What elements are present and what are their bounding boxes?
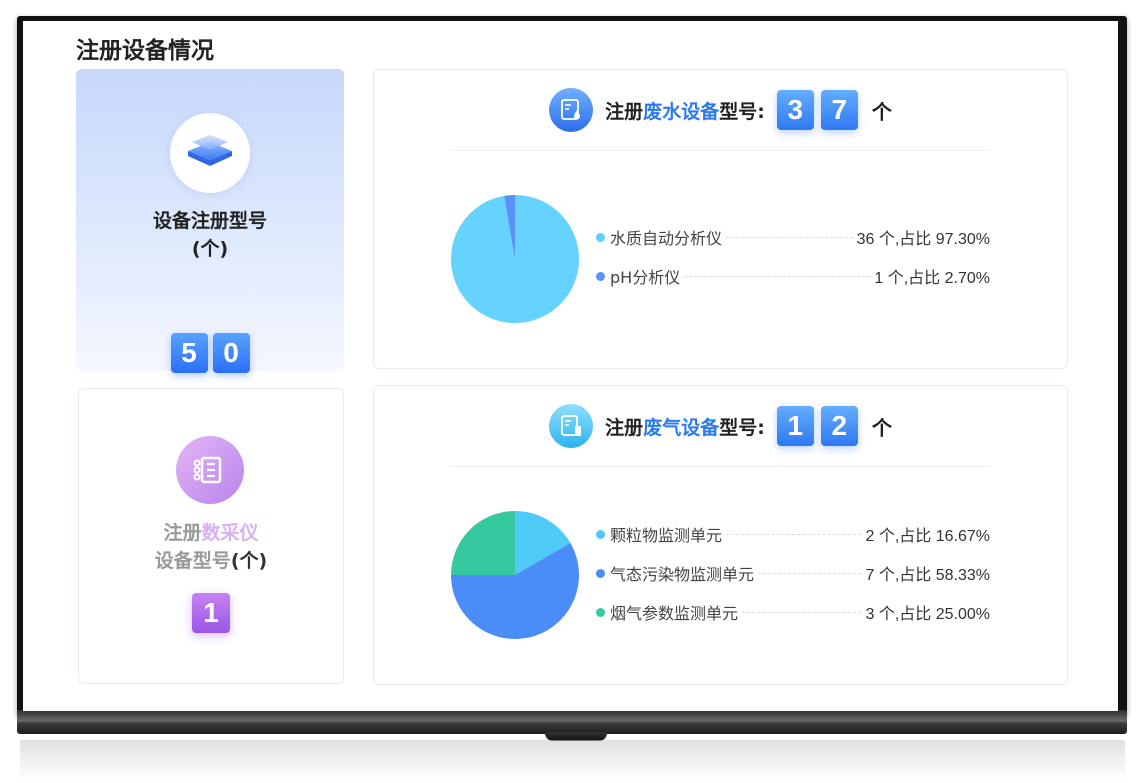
wastegas-count-digits: 1 2 <box>776 406 858 446</box>
legend-item: 水质自动分析仪 36 个,占比 97.30% <box>596 227 990 248</box>
wastewater-digit: 7 <box>820 90 858 130</box>
legend-leader-line <box>726 236 853 238</box>
legend-value: 2 个,占比 16.67% <box>865 528 990 545</box>
wastewater-divider <box>450 150 990 151</box>
legend-name: 水质自动分析仪 <box>610 229 723 248</box>
legend-value: 3 个,占比 25.00% <box>865 606 990 623</box>
legend-item: 烟气参数监测单元 3 个,占比 25.00% <box>596 602 990 623</box>
collector-label-line2: 设备型号(个) <box>79 547 343 575</box>
collector-device-icon <box>176 436 244 504</box>
pie-slice-3 <box>451 511 515 575</box>
legend-name: 气态污染物监测单元 <box>610 565 755 584</box>
wastewater-header: 注册废水设备型号: 3 7 个 <box>374 88 1067 132</box>
legend-name: 烟气参数监测单元 <box>610 604 739 623</box>
collector-label-prefix: 注册 <box>163 522 202 544</box>
legend-value: 7 个,占比 58.33% <box>865 567 990 584</box>
legend-name: 颗粒物监测单元 <box>610 526 723 545</box>
total-count-digits: 5 0 <box>76 333 344 373</box>
wastewater-title-highlight: 废水设备 <box>643 100 720 123</box>
collector-label: 注册数采仪 设备型号(个) <box>79 519 343 575</box>
wastegas-title-highlight: 废气设备 <box>643 416 720 439</box>
wastewater-panel: 注册废水设备型号: 3 7 个 水质自动分析仪 36 个,占比 97.30% p… <box>373 69 1068 369</box>
wastewater-legend: 水质自动分析仪 36 个,占比 97.30% pH分析仪 1 个,占比 2.70… <box>596 227 990 305</box>
wastegas-digit: 1 <box>776 406 814 446</box>
wastewater-unit: 个 <box>871 99 892 124</box>
collector-count-digits: 1 <box>79 593 343 633</box>
legend-leader-line <box>758 572 862 574</box>
wastewater-title-prefix: 注册 <box>605 100 644 123</box>
legend-leader-line <box>742 611 862 613</box>
dashboard-screen: 注册设备情况 设备注册型号 (个) 5 0 注册数采仪 设备型号(个) 1 注册… <box>23 21 1118 711</box>
legend-value: 36 个,占比 97.30% <box>856 231 990 248</box>
legend-item: 颗粒物监测单元 2 个,占比 16.67% <box>596 524 990 545</box>
wastegas-device-icon <box>549 404 594 448</box>
legend-leader-line <box>726 533 862 535</box>
wastegas-divider <box>450 466 990 467</box>
layers-icon <box>170 113 250 193</box>
wastewater-count-digits: 3 7 <box>776 90 858 130</box>
wastewater-device-icon <box>549 88 594 132</box>
legend-dot <box>596 568 605 578</box>
total-registered-card: 设备注册型号 (个) 5 0 <box>76 69 344 373</box>
collector-label-unit: (个) <box>230 550 268 572</box>
wastegas-unit: 个 <box>871 415 892 440</box>
wastegas-pie-chart <box>451 511 579 639</box>
wastegas-header: 注册废气设备型号: 1 2 个 <box>374 404 1067 448</box>
legend-item: 气态污染物监测单元 7 个,占比 58.33% <box>596 563 990 584</box>
legend-leader-line <box>684 275 871 277</box>
wastegas-title-suffix: 型号: <box>719 416 765 439</box>
monitor-bezel <box>17 710 1127 734</box>
legend-dot <box>596 271 605 281</box>
wastewater-pie-chart <box>451 195 579 323</box>
monitor-reflection <box>20 740 1125 780</box>
total-label-unit: (个) <box>191 238 229 260</box>
wastegas-digit: 2 <box>820 406 858 446</box>
legend-name: pH分析仪 <box>610 268 681 287</box>
legend-dot <box>596 529 605 539</box>
collector-digit: 1 <box>192 593 230 633</box>
wastegas-panel: 注册废气设备型号: 1 2 个 颗粒物监测单元 2 个,占比 16.67% 气态… <box>373 385 1068 685</box>
wastegas-title: 注册废气设备型号: <box>605 413 765 440</box>
legend-value: 1 个,占比 2.70% <box>874 270 990 287</box>
collector-label-highlight: 数采仪 <box>201 522 259 544</box>
total-registered-label: 设备注册型号 (个) <box>76 207 344 263</box>
legend-dot <box>596 607 605 617</box>
page-title: 注册设备情况 <box>76 38 214 64</box>
legend-dot <box>596 232 605 242</box>
collector-label-line1: 注册数采仪 <box>79 519 343 547</box>
total-digit: 5 <box>170 333 208 373</box>
total-digit: 0 <box>212 333 250 373</box>
wastegas-title-prefix: 注册 <box>605 416 644 439</box>
wastewater-title: 注册废水设备型号: <box>605 97 765 124</box>
wastegas-legend: 颗粒物监测单元 2 个,占比 16.67% 气态污染物监测单元 7 个,占比 5… <box>596 524 990 641</box>
total-label-line1: 设备注册型号 <box>152 210 267 232</box>
legend-item: pH分析仪 1 个,占比 2.70% <box>596 266 990 287</box>
data-collector-card: 注册数采仪 设备型号(个) 1 <box>78 388 344 684</box>
wastewater-digit: 3 <box>776 90 814 130</box>
collector-label-model: 设备型号 <box>154 550 231 572</box>
wastewater-title-suffix: 型号: <box>719 100 765 123</box>
